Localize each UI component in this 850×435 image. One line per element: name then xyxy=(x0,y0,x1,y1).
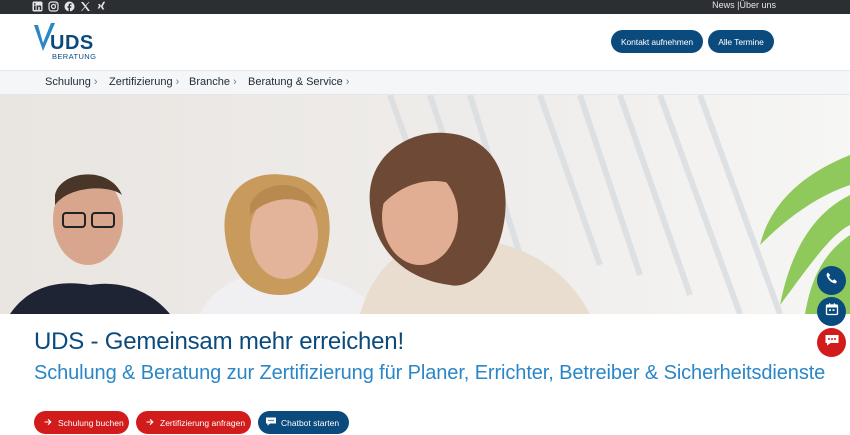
start-chatbot-label: Chatbot starten xyxy=(281,417,340,428)
nav-item-label: Zertifizierung xyxy=(109,76,173,88)
floating-phone-button[interactable] xyxy=(817,266,846,295)
all-dates-button[interactable]: Alle Termine xyxy=(708,30,774,53)
arrow-right-icon xyxy=(44,418,52,428)
chevron-right-icon: › xyxy=(232,76,237,88)
request-certification-label: Zertifizierung anfragen xyxy=(160,417,246,428)
logo-sub-text: BERATUNG xyxy=(52,52,97,61)
chat-icon xyxy=(824,333,840,352)
floating-chat-button[interactable] xyxy=(817,328,846,357)
start-chatbot-button[interactable]: Chatbot starten xyxy=(258,411,349,434)
facebook-icon[interactable] xyxy=(64,1,75,12)
page-title: UDS - Gemeinsam mehr erreichen! xyxy=(34,328,404,355)
nav-item-schulung[interactable]: Schulung › xyxy=(45,76,98,88)
book-training-button[interactable]: Schulung buchen xyxy=(34,411,129,434)
xing-icon[interactable] xyxy=(96,1,107,12)
x-icon[interactable] xyxy=(80,1,91,12)
top-bar: News |Über uns xyxy=(0,0,850,14)
phone-icon xyxy=(825,271,839,290)
site-header: UDS BERATUNG Kontakt aufnehmen Alle Term… xyxy=(0,14,850,70)
hero-image xyxy=(0,95,850,314)
calendar-icon xyxy=(825,302,839,321)
social-links xyxy=(32,1,107,12)
news-link[interactable]: News xyxy=(712,0,735,10)
arrow-right-icon xyxy=(146,418,154,428)
main-nav: Schulung › Zertifizierung › Branche › Berat… xyxy=(0,70,850,95)
chat-bubble-icon xyxy=(265,416,277,429)
about-link[interactable]: Über uns xyxy=(739,0,776,10)
contact-button[interactable]: Kontakt aufnehmen xyxy=(611,30,703,53)
nav-item-label: Schulung xyxy=(45,76,91,88)
chevron-right-icon: › xyxy=(93,76,98,88)
page-subtitle: Schulung & Beratung zur Zertifizierung f… xyxy=(34,362,826,384)
floating-calendar-button[interactable] xyxy=(817,297,846,326)
nav-item-label: Beratung & Service xyxy=(248,76,343,88)
nav-item-beratung-service[interactable]: Beratung & Service › xyxy=(248,76,349,88)
nav-item-label: Branche xyxy=(189,76,230,88)
request-certification-button[interactable]: Zertifizierung anfragen xyxy=(136,411,251,434)
instagram-icon[interactable] xyxy=(48,1,59,12)
uds-logo[interactable]: UDS BERATUNG xyxy=(33,21,97,63)
chevron-right-icon: › xyxy=(345,76,350,88)
chevron-right-icon: › xyxy=(175,76,180,88)
nav-item-branche[interactable]: Branche › xyxy=(189,76,237,88)
book-training-label: Schulung buchen xyxy=(58,417,124,428)
linkedin-icon[interactable] xyxy=(32,1,43,12)
nav-item-zertifizierung[interactable]: Zertifizierung › xyxy=(109,76,179,88)
top-links: News |Über uns xyxy=(712,0,776,11)
